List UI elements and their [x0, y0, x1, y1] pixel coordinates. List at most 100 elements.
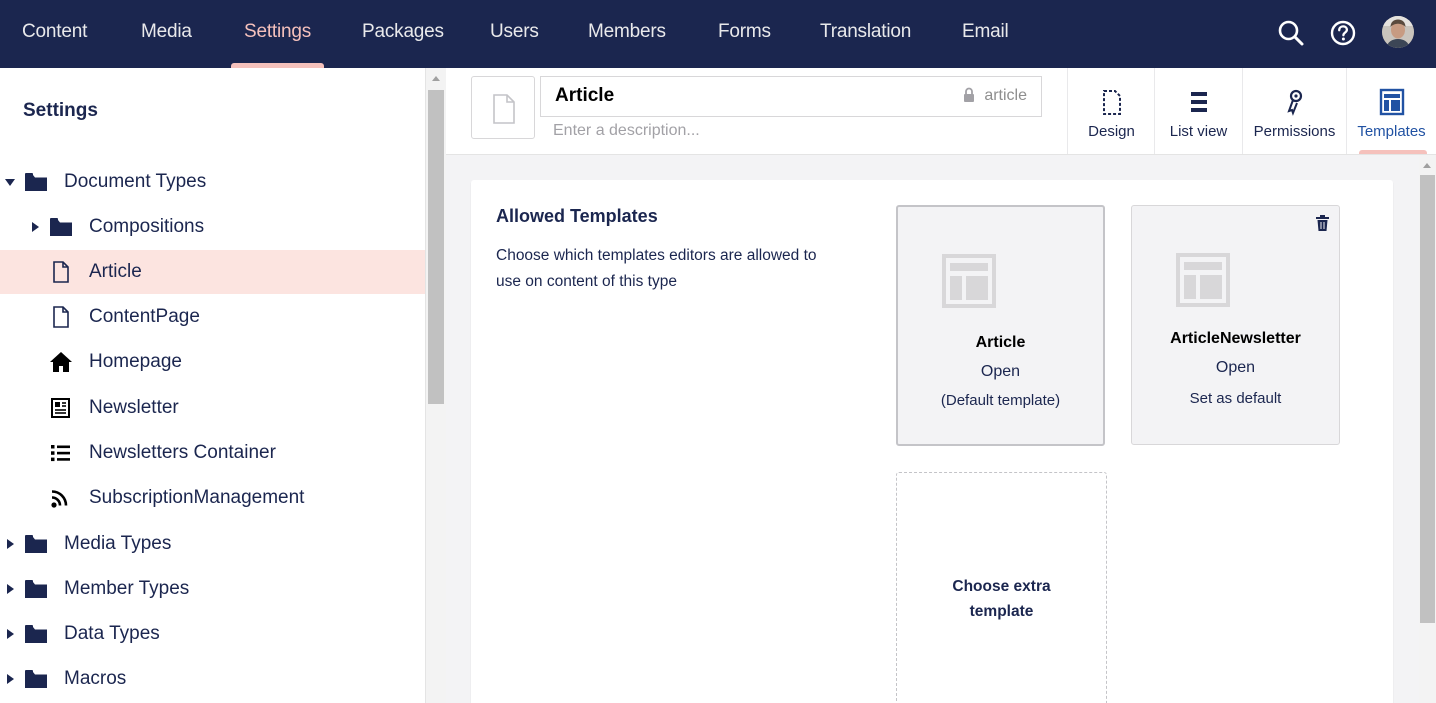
folder-icon: [50, 218, 72, 236]
set-as-default-button[interactable]: Set as default: [1132, 390, 1339, 407]
tree-item-label: Macros: [64, 668, 127, 689]
extra-label-line1: Choose extra: [952, 578, 1051, 595]
nav-item-translation[interactable]: Translation: [820, 0, 911, 68]
user-avatar[interactable]: [1382, 16, 1414, 48]
top-navigation-bar: Content Media Settings Packages Users Me…: [0, 0, 1436, 68]
templates-icon: [1379, 88, 1404, 116]
tab-label: Design: [1088, 123, 1135, 140]
tree-item-data-types[interactable]: Data Types: [0, 612, 425, 656]
nav-item-settings[interactable]: Settings: [244, 0, 311, 68]
tree-item-compositions[interactable]: Compositions: [0, 205, 425, 249]
search-icon[interactable]: [1276, 18, 1306, 48]
document-type-icon-picker[interactable]: [471, 76, 535, 139]
tree-item-homepage[interactable]: Homepage: [0, 340, 425, 384]
template-name: ArticleNewsletter: [1170, 330, 1301, 347]
folder-icon: [25, 173, 47, 191]
caret-right-icon[interactable]: [7, 584, 14, 594]
tree-item-label: Media Types: [64, 533, 172, 554]
folder-icon: [25, 580, 47, 598]
tree-item-media-types[interactable]: Media Types: [0, 522, 425, 566]
extra-label-line2: template: [969, 603, 1034, 620]
home-icon: [50, 352, 72, 372]
tree-item-label: Newsletters Container: [89, 442, 276, 463]
tree-item-label: Article: [89, 261, 142, 282]
tree-item-member-types[interactable]: Member Types: [0, 567, 425, 611]
folder-icon: [25, 670, 47, 688]
document-icon: [53, 306, 69, 328]
nav-item-users[interactable]: Users: [490, 0, 539, 68]
rss-icon: [51, 490, 68, 508]
tree-item-newsletter[interactable]: Newsletter: [0, 386, 425, 430]
tree-item-article[interactable]: Article: [0, 250, 425, 294]
list-view-icon: [1190, 92, 1207, 112]
name-value: Article: [555, 85, 615, 106]
tree-item-newsletters-container[interactable]: Newsletters Container: [0, 431, 425, 475]
tree-item-label: Member Types: [64, 578, 190, 599]
nav-item-media[interactable]: Media: [141, 0, 192, 68]
caret-right-icon[interactable]: [7, 539, 14, 549]
open-template-link[interactable]: Open: [1132, 359, 1339, 377]
sidebar-scrollbar-thumb[interactable]: [428, 90, 444, 404]
default-template-label: (Default template): [940, 392, 1061, 409]
template-icon: [1176, 253, 1230, 307]
tab-design[interactable]: Design: [1067, 68, 1155, 154]
panel-description: Choose which templates editors are allow…: [496, 247, 817, 290]
alias-field[interactable]: article: [984, 87, 1027, 105]
tree-item-macros[interactable]: Macros: [0, 657, 425, 701]
choose-extra-template-button[interactable]: Choose extra template: [896, 472, 1107, 703]
trash-icon[interactable]: [1316, 215, 1329, 231]
scroll-up-arrow-icon[interactable]: [432, 76, 440, 81]
nav-item-content[interactable]: Content: [22, 0, 87, 68]
tab-label: Templates: [1357, 123, 1426, 140]
sidebar-scrollbar[interactable]: [425, 68, 446, 703]
open-template-link[interactable]: Open: [898, 363, 1103, 381]
tab-list-view[interactable]: List view: [1154, 68, 1242, 154]
editor-header: Article article Enter a description... D…: [446, 68, 1436, 155]
folder-icon: [25, 535, 47, 553]
active-tab-indicator: [1359, 150, 1427, 154]
tree-item-label: Homepage: [89, 351, 182, 372]
tree-item-contentpage[interactable]: ContentPage: [0, 295, 425, 339]
tab-label: List view: [1169, 123, 1228, 140]
nav-item-forms[interactable]: Forms: [718, 0, 771, 68]
caret-right-icon[interactable]: [7, 629, 14, 639]
main-scrollbar-thumb[interactable]: [1420, 175, 1435, 623]
settings-tree-sidebar: Settings Document Types Compositions Art…: [0, 68, 425, 703]
nav-item-packages[interactable]: Packages: [362, 0, 444, 68]
folder-icon: [25, 625, 47, 643]
tree-item-subscriptionmanagement[interactable]: SubscriptionManagement: [0, 476, 425, 520]
nav-item-email[interactable]: Email: [962, 0, 1009, 68]
tree-item-document-types[interactable]: Document Types: [0, 160, 425, 204]
caret-down-icon[interactable]: [5, 179, 15, 186]
tree-item-label: Data Types: [64, 623, 160, 644]
main-scrollbar[interactable]: [1419, 155, 1436, 703]
tree-item-label: Document Types: [64, 171, 207, 192]
tab-templates[interactable]: Templates: [1346, 68, 1436, 154]
caret-right-icon[interactable]: [32, 222, 39, 232]
tree-item-label: ContentPage: [89, 306, 200, 327]
document-icon: [493, 94, 515, 124]
document-icon: [53, 261, 69, 283]
scroll-up-arrow-icon[interactable]: [1423, 163, 1431, 168]
help-icon[interactable]: [1328, 18, 1358, 48]
design-icon: [1102, 90, 1121, 115]
choose-extra-template-label: Choose extra template: [897, 574, 1106, 624]
caret-right-icon[interactable]: [7, 674, 14, 684]
permissions-icon: [1286, 89, 1302, 116]
list-icon: [51, 445, 70, 462]
tab-label: Permissions: [1253, 123, 1336, 140]
template-icon: [942, 254, 996, 308]
sidebar-title: Settings: [23, 100, 98, 121]
nav-item-members[interactable]: Members: [588, 0, 666, 68]
description-input[interactable]: Enter a description...: [553, 122, 700, 140]
panel-title: Allowed Templates: [496, 206, 658, 226]
name-input[interactable]: Article article: [540, 76, 1042, 117]
lock-icon[interactable]: [963, 87, 975, 103]
template-name: Article: [975, 334, 1026, 351]
newspaper-icon: [51, 398, 70, 418]
template-card-article: Article Open (Default template): [896, 205, 1105, 446]
tree-item-label: SubscriptionManagement: [89, 487, 305, 508]
tab-permissions[interactable]: Permissions: [1242, 68, 1346, 154]
tree-item-label: Compositions: [89, 216, 205, 237]
template-card-articlenewsletter: ArticleNewsletter Open Set as default: [1131, 205, 1340, 445]
